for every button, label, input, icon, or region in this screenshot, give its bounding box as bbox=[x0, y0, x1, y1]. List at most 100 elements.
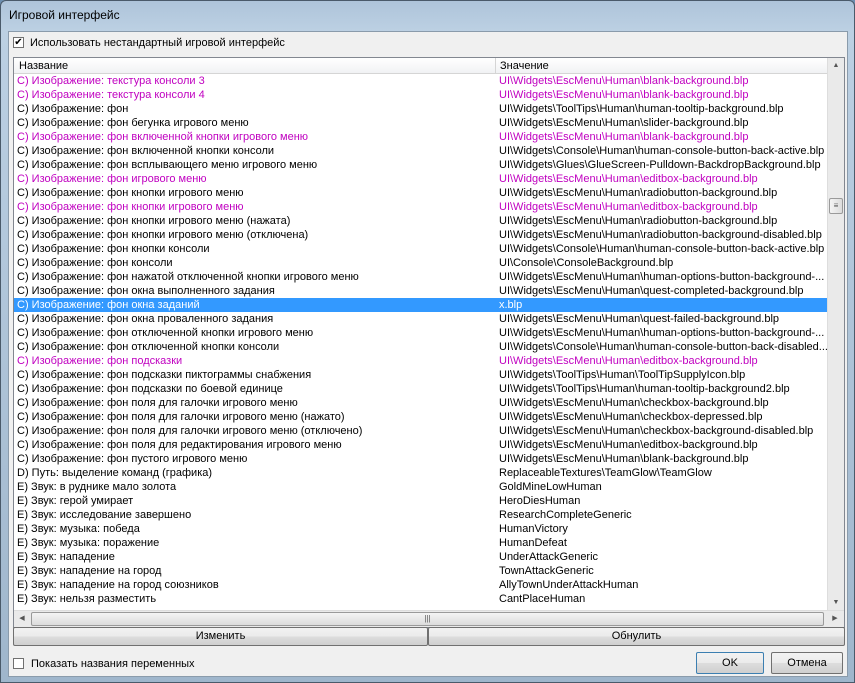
table-row[interactable]: E) Звук: нападение на город TownAttackGen… bbox=[14, 564, 827, 578]
table-row[interactable]: C) Изображение: фон нажатой отключенной … bbox=[14, 270, 827, 284]
row-name: D) Путь: выделение команд (графика) bbox=[17, 467, 213, 479]
use-custom-checkbox[interactable]: ✔ bbox=[13, 37, 24, 48]
row-name: E) Звук: нападение на город союзников bbox=[17, 579, 219, 591]
vertical-scroll-thumb[interactable]: ≡ bbox=[829, 198, 843, 214]
scroll-up-icon[interactable]: ▲ bbox=[828, 58, 844, 74]
row-value: UI\Widgets\EscMenu\Human\editbox-backgro… bbox=[499, 201, 758, 213]
row-value: UI\Widgets\ToolTips\Human\human-tooltip-… bbox=[499, 103, 784, 115]
table-row[interactable]: C) Изображение: фон кнопки игрового меню… bbox=[14, 186, 827, 200]
table-row[interactable]: E) Звук: нельзя разместить CantPlaceHuman bbox=[14, 592, 827, 606]
row-value: UI\Widgets\EscMenu\Human\checkbox-backgr… bbox=[499, 425, 814, 437]
row-name: C) Изображение: фон нажатой отключенной … bbox=[17, 271, 359, 283]
table-row[interactable]: C) Изображение: фон подсказки UI\Widgets\… bbox=[14, 354, 827, 368]
table-row[interactable]: C) Изображение: фон включенной кнопки ко… bbox=[14, 144, 827, 158]
table-row[interactable]: C) Изображение: фон кнопки игрового меню… bbox=[14, 228, 827, 242]
column-header-name[interactable]: Название bbox=[19, 60, 68, 72]
table-row[interactable]: C) Изображение: фон подсказки пиктограмм… bbox=[14, 368, 827, 382]
cancel-button[interactable]: Отмена bbox=[771, 652, 843, 674]
table-row[interactable]: C) Изображение: фон отключенной кнопки к… bbox=[14, 340, 827, 354]
table-row[interactable]: C) Изображение: фон отключенной кнопки и… bbox=[14, 326, 827, 340]
table-row[interactable]: C) Изображение: фон UI\Widgets\ToolTips\H… bbox=[14, 102, 827, 116]
table-row[interactable]: C) Изображение: фон игрового меню UI\Widg… bbox=[14, 172, 827, 186]
row-value: UI\Widgets\EscMenu\Human\editbox-backgro… bbox=[499, 439, 758, 451]
scroll-right-icon[interactable]: ▶ bbox=[827, 611, 843, 627]
reset-button[interactable]: Обнулить bbox=[428, 627, 845, 646]
scroll-down-icon[interactable]: ▼ bbox=[828, 595, 844, 611]
table-row[interactable]: C) Изображение: фон кнопки игрового меню… bbox=[14, 214, 827, 228]
row-value: ReplaceableTextures\TeamGlow\TeamGlow bbox=[499, 467, 712, 479]
table-row[interactable]: C) Изображение: фон консоли UI\Console\Co… bbox=[14, 256, 827, 270]
row-value: HeroDiesHuman bbox=[499, 495, 581, 507]
table-row[interactable]: C) Изображение: фон поля для галочки игр… bbox=[14, 424, 827, 438]
row-name: C) Изображение: фон отключенной кнопки к… bbox=[17, 341, 280, 353]
table-row[interactable]: E) Звук: нападение на город союзников All… bbox=[14, 578, 827, 592]
row-value: UI\Widgets\Console\Human\human-console-b… bbox=[499, 341, 827, 353]
table-row[interactable]: C) Изображение: фон поля для редактирова… bbox=[14, 438, 827, 452]
row-name: C) Изображение: фон bbox=[17, 103, 129, 115]
table-row[interactable]: C) Изображение: фон окна проваленного за… bbox=[14, 312, 827, 326]
row-name: E) Звук: в руднике мало золота bbox=[17, 481, 177, 493]
use-custom-label: Использовать нестандартный игровой интер… bbox=[30, 37, 285, 49]
row-value: UI\Widgets\EscMenu\Human\checkbox-backgr… bbox=[499, 397, 769, 409]
row-value: x.blp bbox=[499, 299, 523, 311]
table-row[interactable]: E) Звук: исследование завершено ResearchC… bbox=[14, 508, 827, 522]
row-value: UnderAttackGeneric bbox=[499, 551, 599, 563]
table-row[interactable]: C) Изображение: фон окна заданий x.blp bbox=[14, 298, 827, 312]
table-row[interactable]: E) Звук: нападение UnderAttackGeneric bbox=[14, 550, 827, 564]
row-value: UI\Widgets\EscMenu\Human\blank-backgroun… bbox=[499, 131, 749, 143]
edit-button[interactable]: Изменить bbox=[13, 627, 428, 646]
scroll-left-icon[interactable]: ◀ bbox=[14, 611, 30, 627]
row-name: C) Изображение: фон окна выполненного за… bbox=[17, 285, 275, 297]
row-name: C) Изображение: фон поля для галочки игр… bbox=[17, 411, 345, 423]
row-value: UI\Widgets\EscMenu\Human\human-options-b… bbox=[499, 327, 825, 339]
table-row[interactable]: E) Звук: в руднике мало золота GoldMineLo… bbox=[14, 480, 827, 494]
horizontal-scroll-thumb[interactable]: ||| bbox=[31, 612, 824, 626]
interface-listview[interactable]: Название Значение C) Изображение: тексту… bbox=[13, 57, 845, 628]
row-value: UI\Widgets\Glues\GlueScreen-Pulldown-Bac… bbox=[499, 159, 821, 171]
row-name: C) Изображение: фон кнопки консоли bbox=[17, 243, 210, 255]
row-name: C) Изображение: фон подсказки пиктограмм… bbox=[17, 369, 312, 381]
row-value: TownAttackGeneric bbox=[499, 565, 594, 577]
table-row[interactable]: E) Звук: музыка: поражение HumanDefeat bbox=[14, 536, 827, 550]
table-row[interactable]: E) Звук: музыка: победа HumanVictory bbox=[14, 522, 827, 536]
ok-button[interactable]: OK bbox=[696, 652, 764, 674]
table-row[interactable]: C) Изображение: фон кнопки игрового меню… bbox=[14, 200, 827, 214]
show-var-names-checkbox[interactable] bbox=[13, 658, 24, 669]
row-name: C) Изображение: фон консоли bbox=[17, 257, 173, 269]
row-value: CantPlaceHuman bbox=[499, 593, 586, 605]
row-value: UI\Widgets\EscMenu\Human\editbox-backgro… bbox=[499, 173, 758, 185]
window-title: Игровой интерфейс bbox=[9, 8, 120, 22]
row-name: C) Изображение: фон включенной кнопки иг… bbox=[17, 131, 309, 143]
row-value: UI\Widgets\EscMenu\Human\blank-backgroun… bbox=[499, 453, 749, 465]
table-row[interactable]: C) Изображение: фон окна выполненного за… bbox=[14, 284, 827, 298]
row-name: C) Изображение: фон игрового меню bbox=[17, 173, 207, 185]
row-name: C) Изображение: текстура консоли 3 bbox=[17, 75, 205, 87]
row-value: UI\Widgets\ToolTips\Human\ToolTipSupplyI… bbox=[499, 369, 746, 381]
row-value: UI\Widgets\Console\Human\human-console-b… bbox=[499, 145, 825, 157]
table-row[interactable]: C) Изображение: фон кнопки консоли UI\Wid… bbox=[14, 242, 827, 256]
table-row[interactable]: D) Путь: выделение команд (графика) Repla… bbox=[14, 466, 827, 480]
table-row[interactable]: C) Изображение: текстура консоли 3 UI\Wid… bbox=[14, 74, 827, 88]
row-value: UI\Widgets\EscMenu\Human\radiobutton-bac… bbox=[499, 229, 822, 241]
row-name: C) Изображение: фон отключенной кнопки и… bbox=[17, 327, 314, 339]
table-row[interactable]: C) Изображение: фон бегунка игрового мен… bbox=[14, 116, 827, 130]
row-name: C) Изображение: фон поля для редактирова… bbox=[17, 439, 342, 451]
row-value: UI\Widgets\Console\Human\human-console-b… bbox=[499, 243, 825, 255]
table-row[interactable]: E) Звук: герой умирает HeroDiesHuman bbox=[14, 494, 827, 508]
table-row[interactable]: C) Изображение: фон всплывающего меню иг… bbox=[14, 158, 827, 172]
row-name: C) Изображение: фон кнопки игрового меню… bbox=[17, 215, 291, 227]
column-header-value[interactable]: Значение bbox=[500, 60, 549, 72]
row-value: HumanDefeat bbox=[499, 537, 567, 549]
table-row[interactable]: C) Изображение: фон поля для галочки игр… bbox=[14, 410, 827, 424]
row-name: C) Изображение: фон поля для галочки игр… bbox=[17, 425, 363, 437]
table-row[interactable]: C) Изображение: фон включенной кнопки иг… bbox=[14, 130, 827, 144]
table-row[interactable]: C) Изображение: фон подсказки по боевой … bbox=[14, 382, 827, 396]
column-divider[interactable] bbox=[495, 58, 496, 74]
row-value: UI\Widgets\ToolTips\Human\human-tooltip-… bbox=[499, 383, 790, 395]
row-value: HumanVictory bbox=[499, 523, 568, 535]
horizontal-scrollbar[interactable]: ◀ ||| ▶ bbox=[14, 610, 844, 627]
vertical-scrollbar[interactable]: ▲ ≡ ▼ bbox=[827, 58, 844, 611]
table-row[interactable]: C) Изображение: текстура консоли 4 UI\Wid… bbox=[14, 88, 827, 102]
table-row[interactable]: C) Изображение: фон поля для галочки игр… bbox=[14, 396, 827, 410]
table-row[interactable]: C) Изображение: фон пустого игрового мен… bbox=[14, 452, 827, 466]
